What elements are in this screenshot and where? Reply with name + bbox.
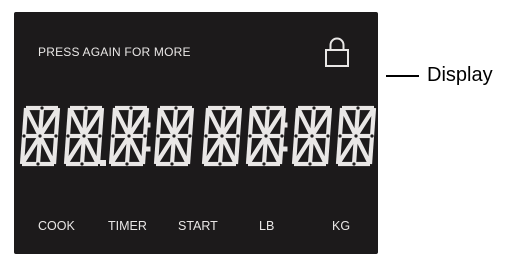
segment-digit	[201, 105, 243, 167]
colon-dot	[282, 146, 288, 152]
segment-digit	[245, 105, 287, 167]
segment-digit	[153, 105, 195, 167]
display-leader-line	[386, 75, 419, 77]
diagram-stage: PRESS AGAIN FOR MORE COOK TIMER START LB…	[0, 0, 518, 266]
segment-digit	[335, 105, 377, 167]
segment-digit	[291, 105, 333, 167]
colon-dot	[145, 146, 151, 152]
cook-label: COOK	[38, 219, 75, 233]
timer-label: TIMER	[108, 219, 147, 233]
decimal-point	[100, 160, 106, 166]
segment-digit	[19, 105, 61, 167]
display-callout: Display	[427, 64, 493, 86]
start-label: START	[178, 219, 218, 233]
segment-digit	[63, 105, 105, 167]
segment-display	[19, 105, 377, 167]
segment-digit	[108, 105, 150, 167]
colon-dot	[282, 122, 288, 128]
lb-label: LB	[259, 219, 275, 233]
display-panel: PRESS AGAIN FOR MORE COOK TIMER START LB…	[14, 12, 378, 254]
kg-label: KG	[332, 219, 351, 233]
colon-dot	[145, 122, 151, 128]
